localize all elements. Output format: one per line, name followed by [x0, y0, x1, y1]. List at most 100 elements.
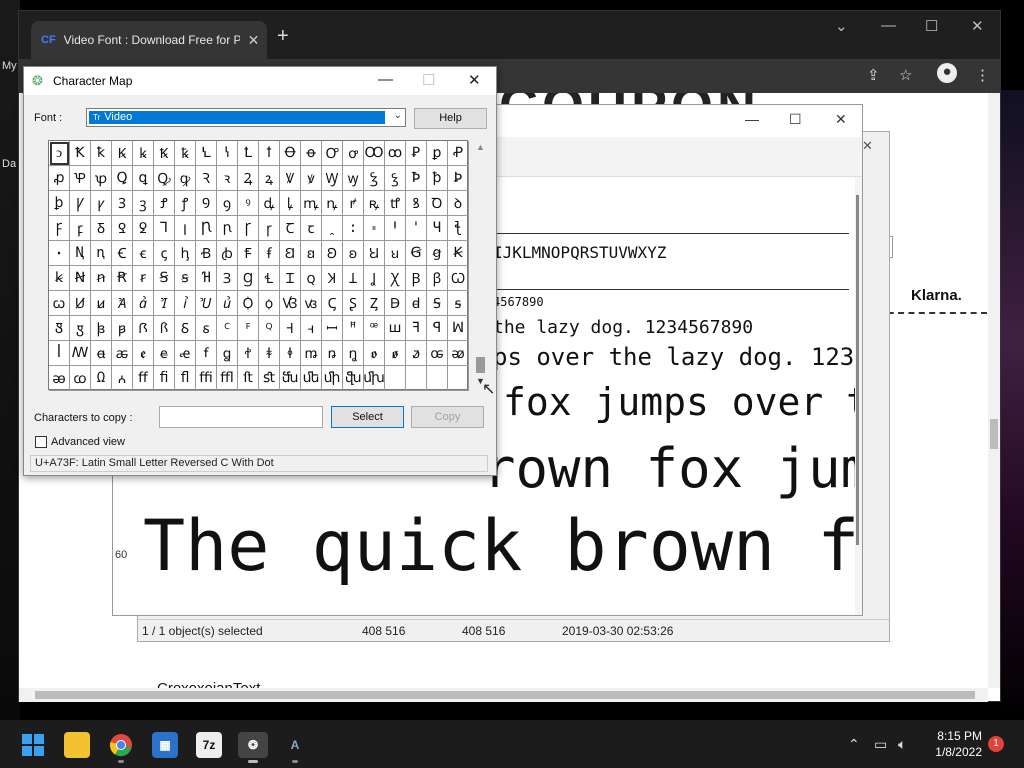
char-cell[interactable]: Ꞃ — [196, 216, 217, 241]
char-cell[interactable]: Ꝥ — [406, 166, 427, 191]
char-cell[interactable]: Ꞁ — [154, 216, 175, 241]
char-cell[interactable]: ꞌ — [406, 216, 427, 241]
char-cell[interactable]: Ꭓ — [385, 266, 406, 291]
char-cell[interactable] — [385, 366, 406, 391]
char-cell[interactable]: Ꝅ — [154, 141, 175, 166]
scroll-thumb[interactable] — [476, 357, 485, 373]
char-cell[interactable]: ꝑ — [427, 141, 448, 166]
char-cell[interactable]: ꬴ — [175, 341, 196, 366]
char-cell[interactable]: Ꞟ — [364, 241, 385, 266]
char-cell[interactable]: Ꝉ — [238, 141, 259, 166]
desktop-icon-label[interactable]: My — [2, 60, 17, 72]
chevron-down-icon[interactable]: ⌄ — [394, 110, 402, 121]
scroll-thumb[interactable] — [856, 195, 859, 545]
char-cell[interactable]: Ꟑ — [49, 316, 70, 341]
close-window-icon[interactable]: ✕ — [971, 17, 984, 35]
char-cell[interactable]: ꞝ — [343, 241, 364, 266]
chevron-down-icon[interactable]: ⌄ — [835, 17, 848, 35]
char-cell[interactable]: ꝇ — [217, 141, 238, 166]
char-cell[interactable]: Ꞹ — [70, 291, 91, 316]
store-icon[interactable]: ▦ — [152, 732, 178, 758]
char-cell[interactable]: ꞿ — [217, 291, 238, 316]
char-cell[interactable]: Ꞝ — [322, 241, 343, 266]
notification-badge[interactable]: 1 — [988, 736, 1004, 752]
menu-kebab-icon[interactable]: ⋮ — [975, 66, 990, 84]
char-cell[interactable]: ﬃ — [196, 366, 217, 391]
char-cell[interactable]: ꞥ — [91, 266, 112, 291]
scroll-up-icon[interactable]: ▲ — [476, 142, 485, 152]
char-cell[interactable]: ꝺ — [448, 191, 469, 216]
char-cell[interactable]: Ꞙ — [238, 241, 259, 266]
chevron-up-icon[interactable]: ⌃ — [848, 736, 860, 753]
char-cell[interactable]: ꟊ — [448, 291, 469, 316]
char-cell[interactable]: ꟕ — [112, 316, 133, 341]
char-cell[interactable]: ꬹ — [280, 341, 301, 366]
bookmark-star-icon[interactable]: ☆ — [899, 66, 912, 84]
maximize-icon[interactable]: ☐ — [925, 17, 938, 35]
char-cell[interactable]: Ꞛ — [280, 241, 301, 266]
close-tab-icon[interactable]: ✕ — [248, 32, 260, 49]
char-cell[interactable]: ꞗ — [217, 241, 238, 266]
char-cell[interactable]: ꞧ — [133, 266, 154, 291]
advanced-view-checkbox[interactable] — [35, 436, 47, 448]
char-cell[interactable]: Ʂ — [343, 291, 364, 316]
char-cell[interactable]: Ꟗ — [133, 316, 154, 341]
char-cell[interactable]: ꟷ — [322, 316, 343, 341]
char-cell[interactable]: Ꝩ — [70, 191, 91, 216]
char-cell[interactable]: ꝡ — [343, 166, 364, 191]
char-cell[interactable]: ꬾ — [385, 341, 406, 366]
char-cell[interactable]: ꞽ — [175, 291, 196, 316]
char-cell[interactable]: ꟃ — [301, 291, 322, 316]
char-cell[interactable]: ꬷ — [238, 341, 259, 366]
char-cell[interactable]: Ʝ — [364, 266, 385, 291]
char-cell[interactable]: ꞯ — [301, 266, 322, 291]
char-cell[interactable]: Ꝯ — [196, 191, 217, 216]
char-cell[interactable]: Ɪ — [280, 266, 301, 291]
char-cell[interactable]: ﬓ — [280, 366, 301, 391]
system-clock[interactable]: 8:15 PM 1/8/2022 — [924, 728, 982, 760]
char-cell[interactable]: Ꟁ — [238, 291, 259, 316]
char-cell[interactable]: ꝲ — [280, 191, 301, 216]
char-cell[interactable]: ꝙ — [175, 166, 196, 191]
char-cell[interactable]: ꞹ — [91, 291, 112, 316]
char-cell[interactable]: ꬼ — [343, 341, 364, 366]
char-cell[interactable]: ꟁ — [259, 291, 280, 316]
scroll-thumb[interactable] — [35, 691, 975, 699]
char-cell[interactable]: ꬸ — [259, 341, 280, 366]
char-cell[interactable]: Ꝁ — [70, 141, 91, 166]
char-cell[interactable]: ꝋ — [301, 141, 322, 166]
char-cell[interactable]: ꝿ — [133, 216, 154, 241]
char-cell[interactable]: Ꝭ — [154, 191, 175, 216]
grid-scrollbar[interactable]: ▲ ▼ — [473, 140, 488, 390]
maximize-icon[interactable]: ☐ — [789, 111, 802, 128]
select-button[interactable]: Select — [331, 406, 404, 428]
char-cell[interactable]: Ꝝ — [238, 166, 259, 191]
char-cell[interactable]: Ꞑ — [70, 241, 91, 266]
char-cell[interactable]: ꝃ — [133, 141, 154, 166]
char-cell[interactable]: ꝉ — [259, 141, 280, 166]
char-cell[interactable]: ꞊ — [364, 216, 385, 241]
char-cell[interactable]: ꟸ — [343, 316, 364, 341]
char-cell[interactable]: ꝯ — [217, 191, 238, 216]
char-cell[interactable]: ꞁ — [175, 216, 196, 241]
7zip-icon[interactable]: 7z — [196, 732, 222, 758]
char-cell[interactable]: ꟳ — [238, 316, 259, 341]
char-cell[interactable]: Ᶎ — [364, 291, 385, 316]
char-cell[interactable]: ꝛ — [217, 166, 238, 191]
char-cell[interactable] — [406, 366, 427, 391]
char-cell[interactable]: Ꞓ — [112, 241, 133, 266]
char-cell[interactable]: Ꝡ — [322, 166, 343, 191]
char-cell[interactable]: ꝓ — [49, 166, 70, 191]
network-icon[interactable]: ▭ — [874, 736, 887, 753]
char-cell[interactable]: ꞎ — [448, 216, 469, 241]
page-vertical-scrollbar[interactable] — [988, 93, 1000, 688]
char-cell[interactable]: Ꞇ — [280, 216, 301, 241]
char-cell[interactable]: ↄ — [49, 141, 70, 166]
char-cell[interactable]: Ꝏ — [364, 141, 385, 166]
char-cell[interactable]: Ꝓ — [448, 141, 469, 166]
char-cell[interactable]: ꝵ — [343, 191, 364, 216]
char-cell[interactable]: ꞕ — [175, 241, 196, 266]
char-cell[interactable]: ꞛ — [301, 241, 322, 266]
volume-icon[interactable]: 🔈︎ — [898, 736, 906, 753]
char-cell[interactable]: Ꝛ — [196, 166, 217, 191]
